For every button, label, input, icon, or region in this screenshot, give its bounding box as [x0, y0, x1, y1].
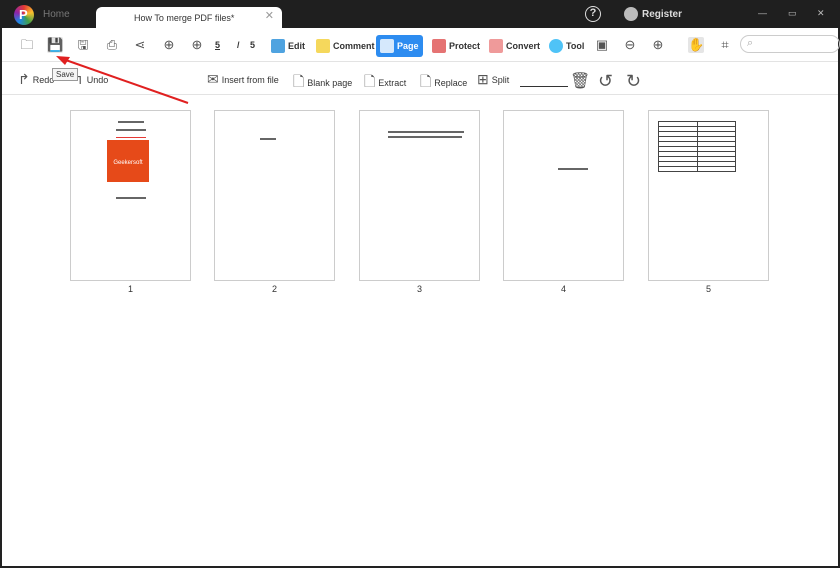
annotation-arrow	[56, 56, 189, 104]
